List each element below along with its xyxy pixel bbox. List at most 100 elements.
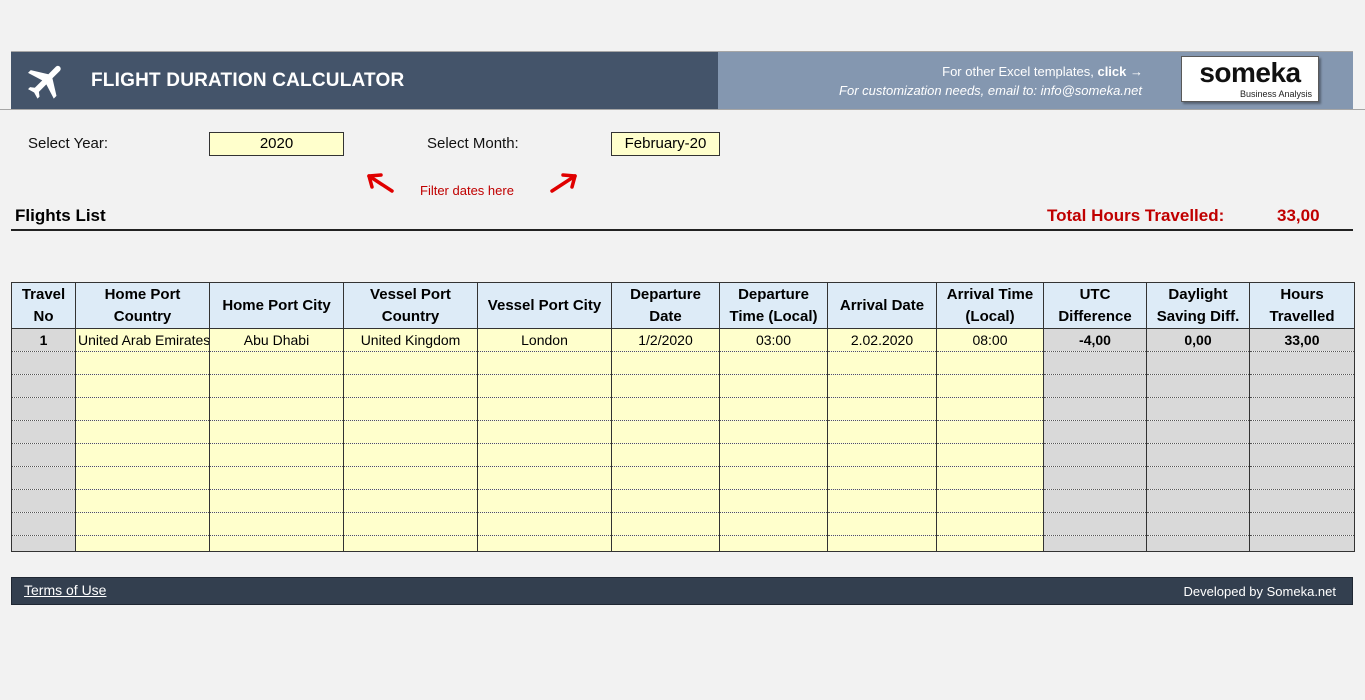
daylight-diff-cell[interactable]: [1146, 397, 1250, 421]
home-country-cell[interactable]: [75, 397, 210, 421]
departure-date-cell[interactable]: 1/2/2020: [611, 328, 720, 352]
arrival-time-cell[interactable]: [936, 443, 1044, 467]
home-city-cell[interactable]: [209, 397, 344, 421]
travel-no-cell[interactable]: [11, 443, 76, 467]
promo-customization[interactable]: For customization needs, email to: info@…: [839, 83, 1142, 98]
arrival-time-cell[interactable]: [936, 397, 1044, 421]
departure-date-cell[interactable]: [611, 420, 720, 444]
terms-of-use-link[interactable]: Terms of Use: [24, 582, 106, 598]
utc-diff-cell[interactable]: [1043, 443, 1147, 467]
travel-no-cell[interactable]: 1: [11, 328, 76, 352]
travel-no-cell[interactable]: [11, 351, 76, 375]
hours-travelled-cell[interactable]: [1249, 489, 1355, 513]
home-city-cell[interactable]: [209, 351, 344, 375]
vessel-country-cell[interactable]: [343, 374, 478, 398]
arrival-date-cell[interactable]: [827, 512, 937, 536]
arrival-time-cell[interactable]: [936, 420, 1044, 444]
home-country-cell[interactable]: [75, 420, 210, 444]
daylight-diff-cell[interactable]: [1146, 489, 1250, 513]
arrival-time-cell[interactable]: [936, 535, 1044, 552]
home-city-cell[interactable]: [209, 443, 344, 467]
vessel-country-cell[interactable]: [343, 397, 478, 421]
hours-travelled-cell[interactable]: [1249, 535, 1355, 552]
vessel-country-cell[interactable]: United Kingdom: [343, 328, 478, 352]
home-city-cell[interactable]: [209, 420, 344, 444]
travel-no-cell[interactable]: [11, 374, 76, 398]
daylight-diff-cell[interactable]: [1146, 512, 1250, 536]
arrival-date-cell[interactable]: [827, 489, 937, 513]
arrival-date-cell[interactable]: [827, 374, 937, 398]
home-city-cell[interactable]: Abu Dhabi: [209, 328, 344, 352]
vessel-city-cell[interactable]: [477, 443, 612, 467]
hours-travelled-cell[interactable]: [1249, 374, 1355, 398]
departure-time-cell[interactable]: 03:00: [719, 328, 828, 352]
departure-date-cell[interactable]: [611, 512, 720, 536]
travel-no-cell[interactable]: [11, 512, 76, 536]
developer-credit[interactable]: Developed by Someka.net: [1184, 584, 1336, 599]
vessel-country-cell[interactable]: [343, 466, 478, 490]
arrival-time-cell[interactable]: [936, 374, 1044, 398]
utc-diff-cell[interactable]: [1043, 374, 1147, 398]
daylight-diff-cell[interactable]: [1146, 351, 1250, 375]
departure-time-cell[interactable]: [719, 466, 828, 490]
arrival-time-cell[interactable]: [936, 351, 1044, 375]
home-country-cell[interactable]: [75, 489, 210, 513]
arrival-time-cell[interactable]: 08:00: [936, 328, 1044, 352]
departure-date-cell[interactable]: [611, 374, 720, 398]
arrival-date-cell[interactable]: 2.02.2020: [827, 328, 937, 352]
month-select[interactable]: February-20: [611, 132, 720, 156]
arrival-date-cell[interactable]: [827, 397, 937, 421]
utc-diff-cell[interactable]: [1043, 489, 1147, 513]
departure-time-cell[interactable]: [719, 443, 828, 467]
home-country-cell[interactable]: United Arab Emirates: [75, 328, 210, 352]
daylight-diff-cell[interactable]: [1146, 443, 1250, 467]
departure-date-cell[interactable]: [611, 466, 720, 490]
promo-click-link[interactable]: click →: [1097, 64, 1143, 79]
travel-no-cell[interactable]: [11, 397, 76, 421]
vessel-city-cell[interactable]: [477, 374, 612, 398]
travel-no-cell[interactable]: [11, 420, 76, 444]
departure-time-cell[interactable]: [719, 374, 828, 398]
hours-travelled-cell[interactable]: [1249, 397, 1355, 421]
home-country-cell[interactable]: [75, 443, 210, 467]
vessel-city-cell[interactable]: [477, 420, 612, 444]
arrival-time-cell[interactable]: [936, 466, 1044, 490]
vessel-city-cell[interactable]: [477, 397, 612, 421]
vessel-country-cell[interactable]: [343, 420, 478, 444]
vessel-city-cell[interactable]: [477, 535, 612, 552]
departure-date-cell[interactable]: [611, 443, 720, 467]
home-city-cell[interactable]: [209, 512, 344, 536]
daylight-diff-cell[interactable]: [1146, 374, 1250, 398]
utc-diff-cell[interactable]: [1043, 351, 1147, 375]
departure-time-cell[interactable]: [719, 489, 828, 513]
vessel-country-cell[interactable]: [343, 489, 478, 513]
vessel-city-cell[interactable]: [477, 466, 612, 490]
departure-date-cell[interactable]: [611, 489, 720, 513]
vessel-city-cell[interactable]: [477, 512, 612, 536]
vessel-country-cell[interactable]: [343, 351, 478, 375]
arrival-time-cell[interactable]: [936, 512, 1044, 536]
daylight-diff-cell[interactable]: [1146, 466, 1250, 490]
home-country-cell[interactable]: [75, 535, 210, 552]
vessel-country-cell[interactable]: [343, 512, 478, 536]
utc-diff-cell[interactable]: -4,00: [1043, 328, 1147, 352]
home-country-cell[interactable]: [75, 351, 210, 375]
home-country-cell[interactable]: [75, 374, 210, 398]
daylight-diff-cell[interactable]: 0,00: [1146, 328, 1250, 352]
daylight-diff-cell[interactable]: [1146, 535, 1250, 552]
arrival-date-cell[interactable]: [827, 466, 937, 490]
home-country-cell[interactable]: [75, 512, 210, 536]
departure-time-cell[interactable]: [719, 535, 828, 552]
home-city-cell[interactable]: [209, 466, 344, 490]
daylight-diff-cell[interactable]: [1146, 420, 1250, 444]
travel-no-cell[interactable]: [11, 535, 76, 552]
arrival-date-cell[interactable]: [827, 535, 937, 552]
vessel-country-cell[interactable]: [343, 443, 478, 467]
hours-travelled-cell[interactable]: [1249, 512, 1355, 536]
hours-travelled-cell[interactable]: 33,00: [1249, 328, 1355, 352]
departure-date-cell[interactable]: [611, 535, 720, 552]
departure-date-cell[interactable]: [611, 351, 720, 375]
travel-no-cell[interactable]: [11, 466, 76, 490]
year-select[interactable]: 2020: [209, 132, 344, 156]
hours-travelled-cell[interactable]: [1249, 351, 1355, 375]
